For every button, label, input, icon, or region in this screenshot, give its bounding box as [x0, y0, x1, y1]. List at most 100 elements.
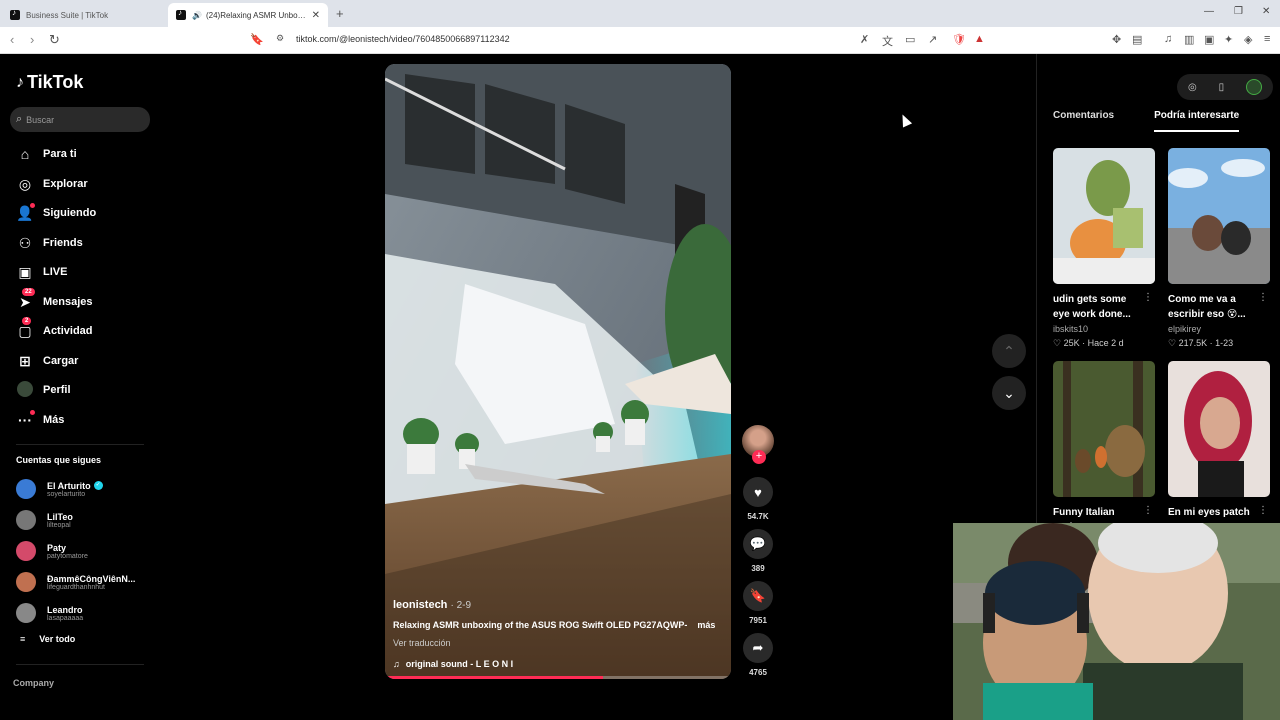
share-icon[interactable]: ↗ — [928, 33, 937, 46]
divider — [16, 444, 144, 445]
device-icon[interactable]: ▯ — [1219, 82, 1225, 93]
tiktok-logo[interactable]: ♪ TikTok — [16, 72, 83, 93]
card-user[interactable]: elpikirey — [1168, 324, 1270, 334]
following-account[interactable]: Leandro lasapaaaaa — [16, 600, 83, 626]
more-dots-icon: ··· — [16, 410, 35, 428]
search-input[interactable] — [26, 114, 137, 125]
sidebar-item-perfil[interactable]: Perfil — [16, 379, 71, 401]
tab-podria-interesarte[interactable]: Podría interesarte — [1154, 110, 1240, 132]
close-tab-icon[interactable]: ✕ — [312, 10, 320, 21]
suggested-video-card[interactable]: udin gets some eye work done... ⋮ ibskit… — [1053, 148, 1155, 349]
sidebar-item-label: Friends — [43, 237, 83, 249]
video-progress-bar[interactable] — [385, 676, 731, 679]
brave-shield-icon[interactable]: 🛡 — [952, 33, 966, 46]
site-info-icon[interactable]: ⚙ — [276, 33, 284, 44]
like-button[interactable]: ♥ 54.7K — [740, 477, 776, 521]
next-video-button[interactable]: ⌄ — [992, 376, 1026, 410]
cast-icon[interactable]: ▭ — [905, 33, 915, 46]
minimize-icon[interactable]: — — [1204, 6, 1214, 17]
bookmark-icon[interactable]: 🔖 — [250, 33, 264, 46]
reload-icon[interactable]: ↻ — [49, 32, 60, 48]
account-name: El Arturito — [47, 480, 91, 491]
ai-icon[interactable]: ✦ — [1224, 33, 1233, 46]
search-box[interactable]: ⌕ — [10, 107, 150, 132]
notification-dot — [30, 410, 35, 415]
vpn-icon[interactable]: ◈ — [1244, 33, 1252, 46]
sidebar-item-label: Mensajes — [43, 296, 93, 308]
more-vertical-icon[interactable]: ⋮ — [1258, 505, 1268, 516]
forward-icon[interactable]: › — [30, 32, 34, 47]
sidebar-icon[interactable]: ▥ — [1184, 33, 1194, 46]
card-user[interactable]: ibskits10 — [1053, 324, 1155, 334]
sidebar-item-live[interactable]: ▣ LIVE — [16, 261, 67, 283]
suggested-video-card[interactable]: Como me va a escribir eso 😵... ⋮ elpikir… — [1168, 148, 1270, 349]
following-account[interactable]: Paty patytomatore — [16, 538, 88, 564]
see-all-button[interactable]: ≡ Ver todo — [20, 634, 75, 644]
thumbnail-image — [1168, 361, 1270, 497]
account-handle: lasapaaaaa — [47, 614, 84, 622]
compass-icon[interactable]: ◎ — [1188, 82, 1197, 93]
tab-comentarios[interactable]: Comentarios — [1053, 110, 1114, 132]
following-account[interactable]: El Arturito ✓ soyelarturito — [16, 476, 103, 502]
sound-link[interactable]: ♫ original sound - L E O N I — [393, 659, 723, 669]
more-vertical-icon[interactable]: ⋮ — [1258, 292, 1268, 303]
browser-tab[interactable]: Business Suite | TikTok — [2, 3, 168, 27]
browser-tab-active[interactable]: 🔊 (24)Relaxing ASMR Unboxing ✕ — [168, 3, 328, 27]
maximize-icon[interactable]: ❐ — [1234, 6, 1243, 17]
extensions-icon[interactable]: ✥ — [1112, 33, 1121, 46]
menu-icon[interactable]: ≡ — [1264, 33, 1270, 45]
account-name: Paty — [47, 542, 67, 553]
more-vertical-icon[interactable]: ⋮ — [1143, 505, 1153, 516]
sidebar-item-para-ti[interactable]: ⌂ Para ti — [16, 143, 77, 165]
sidebar-item-label: Perfil — [43, 384, 71, 396]
sidebar-item-mensajes[interactable]: ➤ 22 Mensajes — [16, 287, 93, 313]
video-thumbnail[interactable] — [1053, 361, 1155, 497]
sidebar-item-mas[interactable]: ··· Más — [16, 409, 64, 431]
sidebar-item-actividad[interactable]: ▢ 2 Actividad — [16, 316, 93, 342]
creator-avatar-button[interactable]: + — [740, 425, 776, 464]
sidebar-item-cargar[interactable]: ⊞ Cargar — [16, 350, 78, 372]
share-arrow-icon: ➦ — [743, 633, 773, 663]
brand-name: TikTok — [27, 72, 84, 92]
reader-icon[interactable]: ▤ — [1132, 33, 1142, 46]
company-link[interactable]: Company — [13, 678, 54, 688]
media-icon[interactable]: ♫ — [1164, 33, 1172, 45]
follow-plus-icon[interactable]: + — [752, 450, 766, 464]
no-translate-icon[interactable]: ✗ — [860, 33, 869, 46]
previous-video-button[interactable]: ⌃ — [992, 334, 1026, 368]
following-account[interactable]: ĐammêCôngViênN... lifeguardthanhnhut — [16, 569, 135, 595]
share-button[interactable]: ➦ 4765 — [740, 633, 776, 677]
account-name: Leandro — [47, 604, 83, 615]
video-thumbnail[interactable] — [1168, 361, 1270, 497]
card-likes: 217.5K — [1178, 338, 1208, 348]
avatar — [16, 572, 36, 592]
sidebar-item-siguiendo[interactable]: 👤 Siguiendo — [16, 202, 96, 224]
video-thumbnail[interactable] — [1053, 148, 1155, 284]
wallet-icon[interactable]: ▣ — [1204, 33, 1214, 46]
rewards-icon[interactable]: ▲ — [974, 33, 985, 45]
url-field[interactable]: tiktok.com/@leonistech/video/76048500668… — [296, 34, 510, 44]
suggested-video-card[interactable]: En mi eyes patch era... ⋮ — [1168, 361, 1270, 535]
video-thumbnail[interactable] — [1168, 148, 1270, 284]
back-icon[interactable]: ‹ — [10, 32, 14, 47]
panel-tabs: Comentarios Podría interesarte — [1053, 110, 1275, 132]
comment-button[interactable]: 💬 389 — [740, 529, 776, 573]
video-author[interactable]: leonistech · 2-9 — [393, 599, 723, 611]
translate-link[interactable]: Ver traducción — [393, 638, 723, 648]
sidebar-item-friends[interactable]: ⚇ Friends — [16, 232, 83, 254]
close-window-icon[interactable]: ✕ — [1262, 6, 1270, 17]
author-name[interactable]: leonistech — [393, 599, 447, 611]
profile-avatar-icon[interactable] — [1246, 79, 1263, 95]
browser-tab-bar: Business Suite | TikTok 🔊 (24)Relaxing A… — [0, 0, 1280, 27]
more-link[interactable]: más — [697, 620, 715, 630]
more-vertical-icon[interactable]: ⋮ — [1143, 292, 1153, 303]
search-icon: ⌕ — [16, 113, 23, 125]
card-stats: ♡ 25K · Hace 2 d — [1053, 338, 1124, 348]
video-player[interactable]: leonistech · 2-9 Relaxing ASMR unboxing … — [385, 64, 731, 679]
following-account[interactable]: LilTeo lilteopal — [16, 507, 73, 533]
sidebar-item-explorar[interactable]: ◎ Explorar — [16, 173, 88, 195]
suggested-video-card[interactable]: Funny Italian Brainrot ⋮ — [1053, 361, 1155, 535]
new-tab-button[interactable]: + — [336, 6, 344, 21]
translate-icon[interactable]: 文 — [882, 33, 893, 49]
save-button[interactable]: 🔖 7951 — [740, 581, 776, 625]
